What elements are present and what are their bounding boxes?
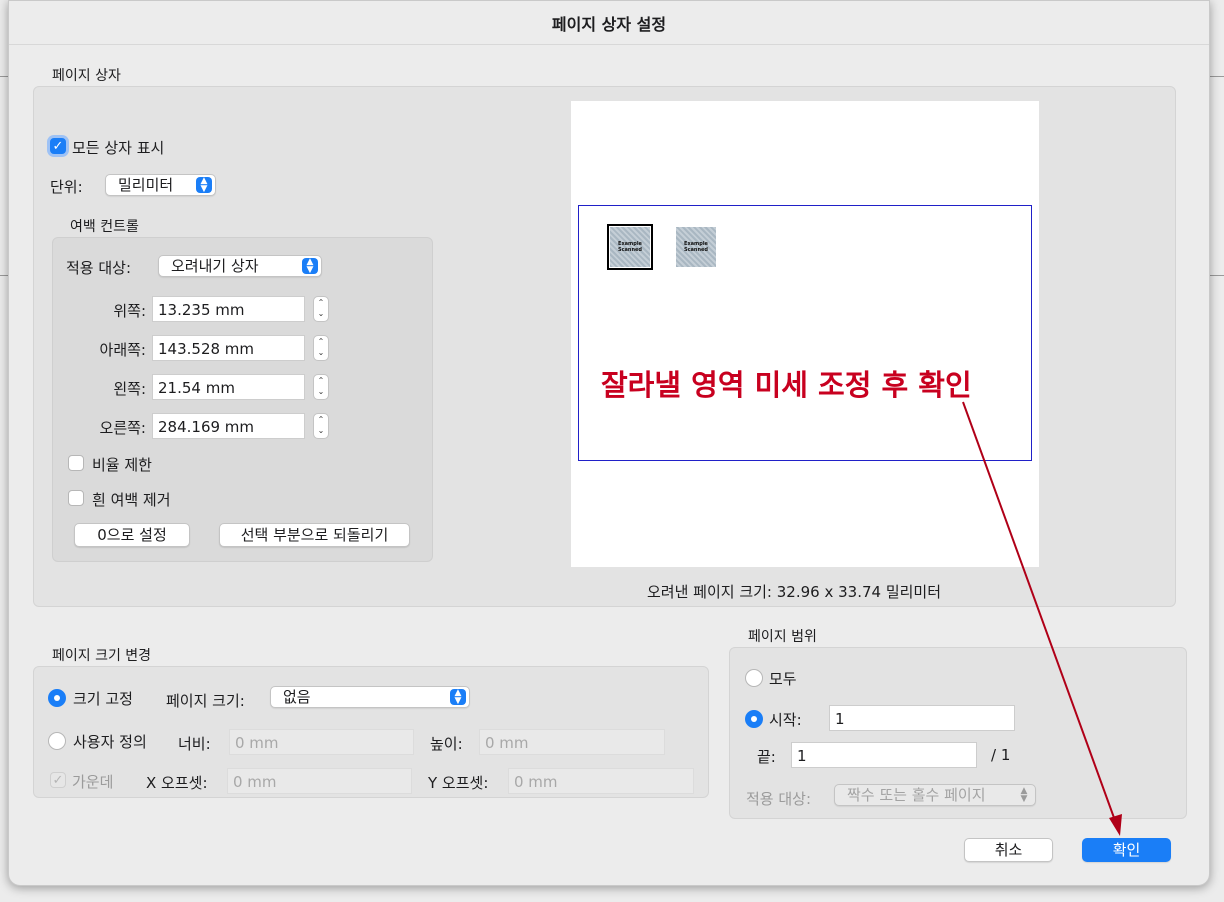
annotation-arrow (962, 401, 1122, 836)
annotation-arrow-head (1109, 814, 1122, 836)
annotation-arrow-line (962, 401, 1118, 827)
